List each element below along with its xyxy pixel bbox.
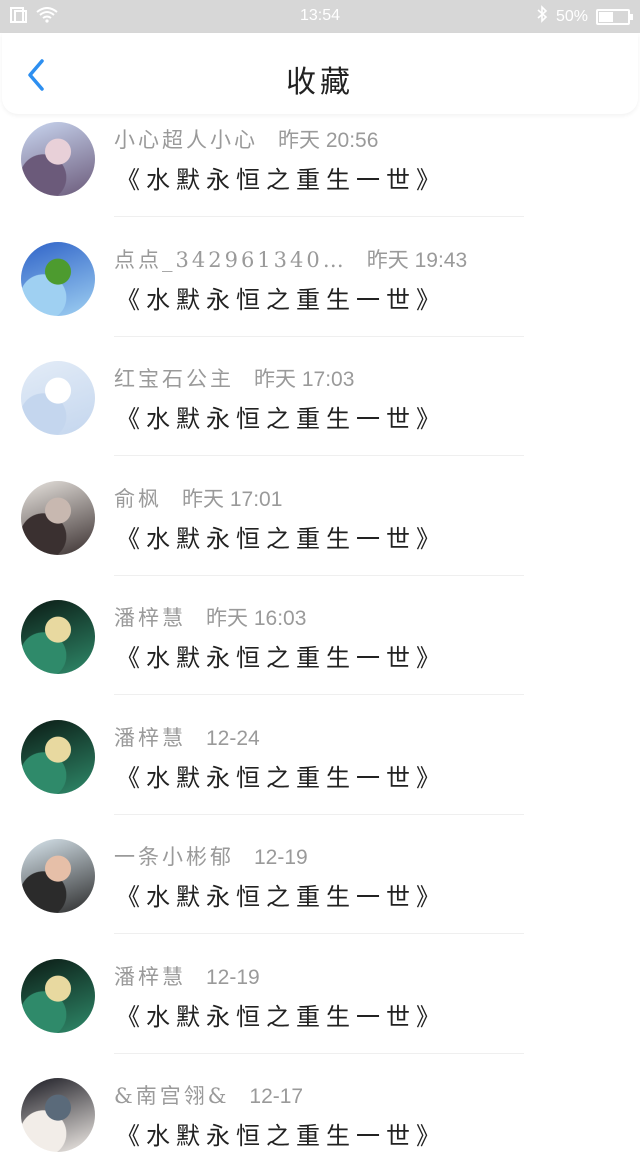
user-line: &南宫翎& 12-17: [114, 1080, 303, 1110]
book-title[interactable]: 《水默永恒之重生一世》: [116, 638, 446, 673]
timestamp: 昨天 16:03: [206, 607, 307, 630]
list-item[interactable]: 点点_342961340… 昨天 19:43 《水默永恒之重生一世》: [0, 220, 640, 339]
status-bar: 13:54 50%: [0, 0, 640, 33]
user-line: 潘梓慧 昨天 16:03: [114, 602, 306, 632]
divider: [114, 1052, 524, 1054]
list-item[interactable]: 小心超人小心 昨天 20:56 《水默永恒之重生一世》: [0, 100, 640, 219]
list-item[interactable]: 潘梓慧 昨天 16:03 《水默永恒之重生一世》: [0, 578, 640, 697]
timestamp: 昨天 17:01: [182, 487, 283, 511]
divider: [114, 933, 524, 934]
user-line: 红宝石公主 昨天 17:03: [114, 363, 354, 393]
user-line: 俞枫 昨天 17:01: [114, 483, 282, 513]
avatar[interactable]: [21, 1078, 95, 1152]
list-item[interactable]: 一条小彬郁 12-19 《水默永恒之重生一世》: [0, 817, 640, 936]
user-name[interactable]: &南宫翎&: [114, 1084, 229, 1108]
user-name[interactable]: 潘梓慧: [114, 726, 186, 750]
user-name[interactable]: 一条小彬郁: [114, 845, 234, 869]
book-title[interactable]: 《水默永恒之重生一世》: [116, 758, 446, 793]
user-name[interactable]: 小心超人小心: [114, 128, 258, 152]
user-name[interactable]: 俞枫: [114, 487, 162, 511]
book-title[interactable]: 《水默永恒之重生一世》: [116, 280, 446, 315]
user-name[interactable]: 点点_342961340…: [114, 248, 347, 272]
user-line: 潘梓慧 12-19: [114, 961, 260, 991]
list-item[interactable]: 红宝石公主 昨天 17:03 《水默永恒之重生一世》: [0, 339, 640, 458]
user-line: 小心超人小心 昨天 20:56: [114, 124, 378, 154]
book-title[interactable]: 《水默永恒之重生一世》: [116, 997, 446, 1032]
timestamp: 12-17: [249, 1085, 304, 1108]
avatar[interactable]: [21, 122, 95, 196]
divider: [114, 694, 524, 695]
list-item[interactable]: 潘梓慧 12-24 《水默永恒之重生一世》: [0, 698, 640, 817]
divider: [114, 216, 524, 217]
divider: [114, 574, 524, 576]
battery-percent: 50%: [555, 7, 588, 25]
list-item[interactable]: 潘梓慧 12-19 《水默永恒之重生一世》: [0, 937, 640, 1056]
user-name[interactable]: 红宝石公主: [114, 367, 234, 391]
user-name[interactable]: 潘梓慧: [114, 606, 186, 630]
status-right: 50%: [536, 5, 633, 28]
timestamp: 昨天 17:03: [254, 368, 355, 391]
book-title[interactable]: 《水默永恒之重生一世》: [116, 160, 446, 195]
user-line: 点点_342961340… 昨天 19:43: [114, 244, 467, 274]
divider: [114, 813, 524, 815]
divider: [114, 455, 524, 456]
user-name[interactable]: 潘梓慧: [114, 965, 186, 989]
avatar[interactable]: [21, 958, 95, 1033]
avatar[interactable]: [21, 480, 95, 555]
timestamp: 昨天 19:43: [366, 248, 468, 272]
avatar[interactable]: [21, 600, 95, 674]
timestamp: 12-24: [206, 726, 260, 750]
avatar[interactable]: [21, 719, 95, 794]
book-title[interactable]: 《水默永恒之重生一世》: [116, 877, 446, 912]
page-title: 收藏: [286, 65, 354, 100]
avatar[interactable]: [21, 361, 95, 435]
timestamp: 12-19: [254, 846, 308, 869]
timestamp: 12-19: [206, 965, 260, 989]
book-title[interactable]: 《水默永恒之重生一世》: [116, 519, 446, 554]
battery-icon: [596, 8, 633, 25]
list-item[interactable]: 俞枫 昨天 17:01 《水默永恒之重生一世》: [0, 459, 640, 578]
book-title[interactable]: 《水默永恒之重生一世》: [116, 399, 446, 434]
avatar[interactable]: [21, 241, 95, 316]
list-item[interactable]: &南宫翎& 12-17 《水默永恒之重生一世》: [0, 1056, 640, 1175]
timestamp: 昨天 20:56: [278, 129, 379, 152]
avatar[interactable]: [21, 839, 95, 913]
user-line: 潘梓慧 12-24: [114, 722, 260, 752]
divider: [114, 335, 524, 337]
book-title[interactable]: 《水默永恒之重生一世》: [116, 1116, 446, 1151]
user-line: 一条小彬郁 12-19: [114, 841, 308, 871]
bluetooth-icon: [536, 5, 548, 28]
